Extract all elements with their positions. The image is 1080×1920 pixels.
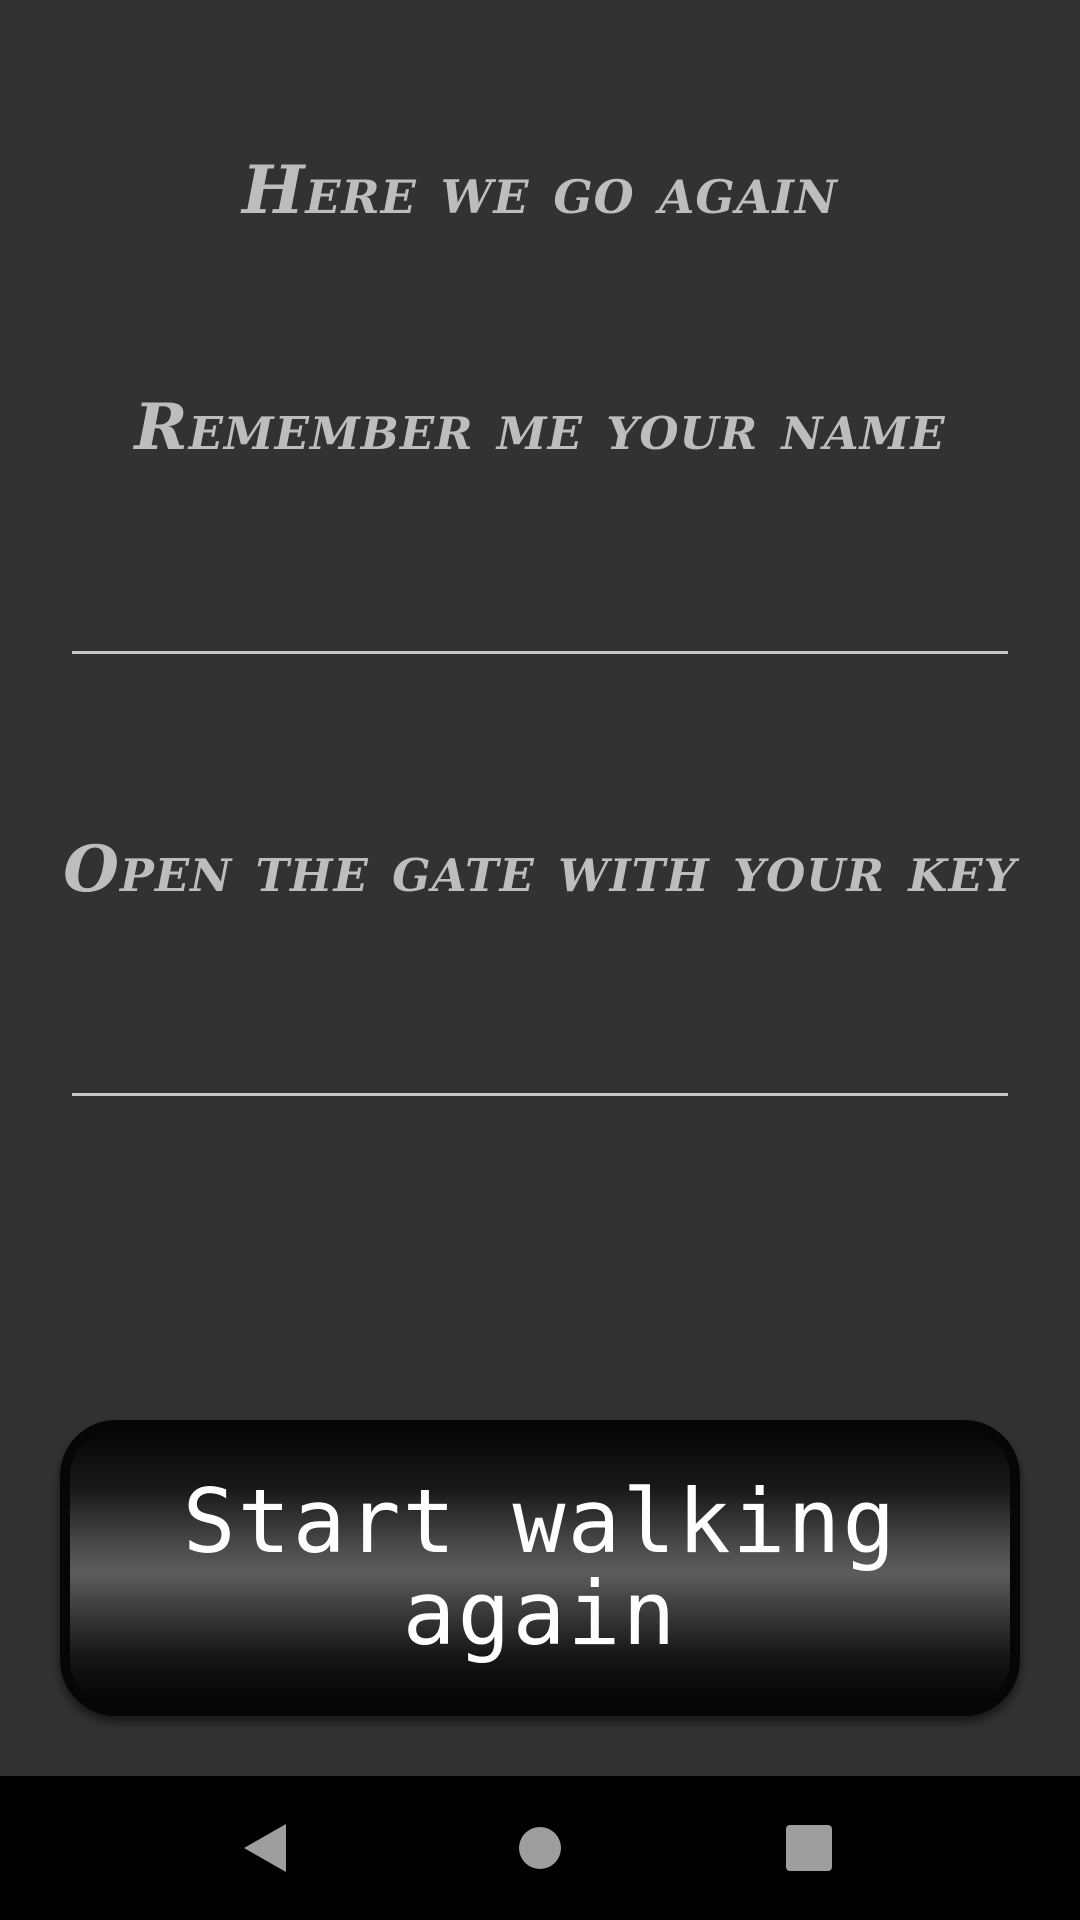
- system-navigation-bar: [0, 1776, 1080, 1920]
- nav-home-button[interactable]: [468, 1776, 612, 1920]
- nav-recents-button[interactable]: [737, 1776, 881, 1920]
- key-input[interactable]: [72, 1016, 1008, 1096]
- back-icon: [244, 1824, 286, 1872]
- home-icon: [519, 1827, 561, 1869]
- nav-back-button[interactable]: [196, 1776, 340, 1920]
- name-prompt-label: Remember me your name: [134, 390, 946, 465]
- start-walking-button-label: Start walking again: [182, 1470, 898, 1665]
- key-prompt-label: Open the gate with your key: [63, 832, 1017, 907]
- recents-icon: [786, 1825, 832, 1871]
- name-input[interactable]: [72, 574, 1008, 654]
- start-walking-button[interactable]: Start walking again: [60, 1420, 1020, 1716]
- page-title: Here we go again: [242, 151, 838, 229]
